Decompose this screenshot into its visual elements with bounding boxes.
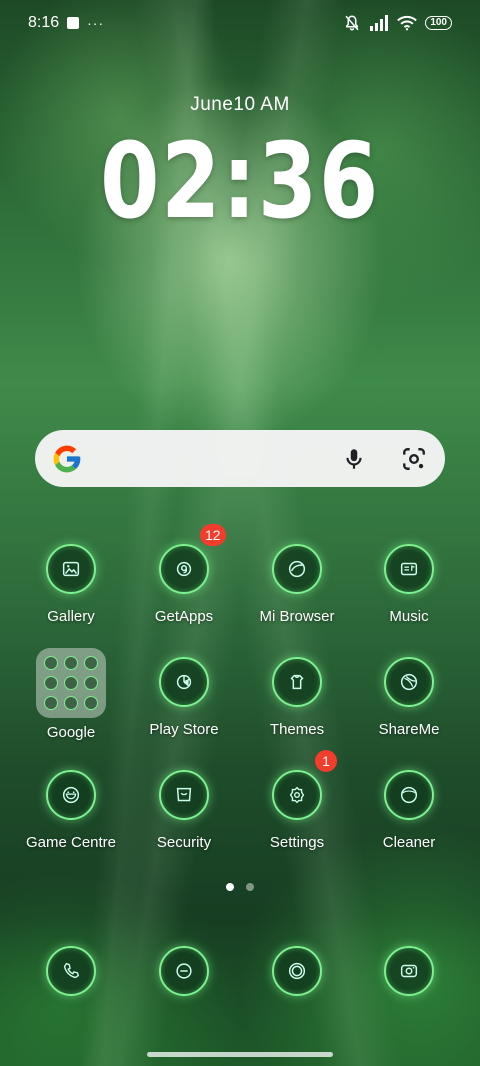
gallery-icon [46, 544, 96, 594]
folder-google[interactable]: Google [21, 648, 121, 741]
app-label: Google [46, 724, 96, 741]
camera-icon [384, 946, 434, 996]
app-music[interactable]: Music [359, 544, 459, 625]
dock-chrome[interactable] [247, 946, 347, 996]
google-g-icon [53, 445, 81, 472]
dock-phone[interactable] [21, 946, 121, 996]
music-icon [384, 544, 434, 594]
notification-square-icon [67, 17, 80, 29]
wifi-icon [397, 15, 418, 31]
app-play-store[interactable]: Play Store [134, 657, 234, 738]
chrome-icon [272, 946, 322, 996]
security-icon [159, 770, 209, 820]
app-label: Game Centre [25, 834, 117, 851]
app-label: Play Store [149, 721, 219, 738]
notification-badge: 1 [315, 750, 337, 772]
app-mi-browser[interactable]: Mi Browser [247, 544, 347, 625]
battery-icon: 100 [425, 16, 452, 30]
app-label: Gallery [47, 608, 95, 625]
clock-time[interactable]: 02:36 [43, 126, 437, 236]
app-label: Mi Browser [259, 608, 335, 625]
date-label[interactable]: June10 AM [0, 94, 480, 116]
gesture-home-bar[interactable] [147, 1052, 333, 1057]
app-game-centre[interactable]: Game Centre [21, 770, 121, 851]
google-lens-icon[interactable] [401, 446, 427, 472]
cleaner-icon [384, 770, 434, 820]
app-label: Cleaner [382, 834, 436, 851]
mute-icon [345, 15, 359, 31]
app-shareme[interactable]: ShareMe [359, 657, 459, 738]
app-gallery[interactable]: Gallery [21, 544, 121, 625]
app-label: Music [389, 608, 429, 625]
themes-icon [272, 657, 322, 707]
app-label: Settings [269, 834, 325, 851]
app-label: Themes [269, 721, 325, 738]
folder-icon [36, 648, 106, 718]
page-dot[interactable] [246, 883, 254, 891]
microphone-icon[interactable] [341, 446, 367, 472]
signal-icon [370, 15, 389, 31]
app-label: Security [156, 834, 212, 851]
dock-camera[interactable] [359, 946, 459, 996]
app-label: GetApps [154, 608, 214, 625]
play-store-icon [159, 657, 209, 707]
page-indicator [0, 883, 480, 891]
page-dot-active[interactable] [226, 883, 234, 891]
dock-messages[interactable] [134, 946, 234, 996]
browser-icon [272, 544, 322, 594]
app-cleaner[interactable]: Cleaner [359, 770, 459, 851]
more-notifications-icon: ··· [87, 15, 105, 31]
notification-badge: 12 [200, 524, 226, 546]
app-settings[interactable]: 1 Settings [247, 750, 347, 851]
getapps-icon [159, 544, 209, 594]
shareme-icon [384, 657, 434, 707]
app-getapps[interactable]: 12 GetApps [134, 524, 234, 625]
status-time: 8:16 [28, 14, 60, 31]
google-search-bar[interactable] [35, 430, 445, 487]
app-themes[interactable]: Themes [247, 657, 347, 738]
app-label: ShareMe [378, 721, 440, 738]
phone-icon [46, 946, 96, 996]
settings-icon [272, 770, 322, 820]
messages-icon [159, 946, 209, 996]
game-centre-icon [46, 770, 96, 820]
status-bar: 8:16 ··· 100 [0, 0, 480, 46]
app-security[interactable]: Security [134, 770, 234, 851]
